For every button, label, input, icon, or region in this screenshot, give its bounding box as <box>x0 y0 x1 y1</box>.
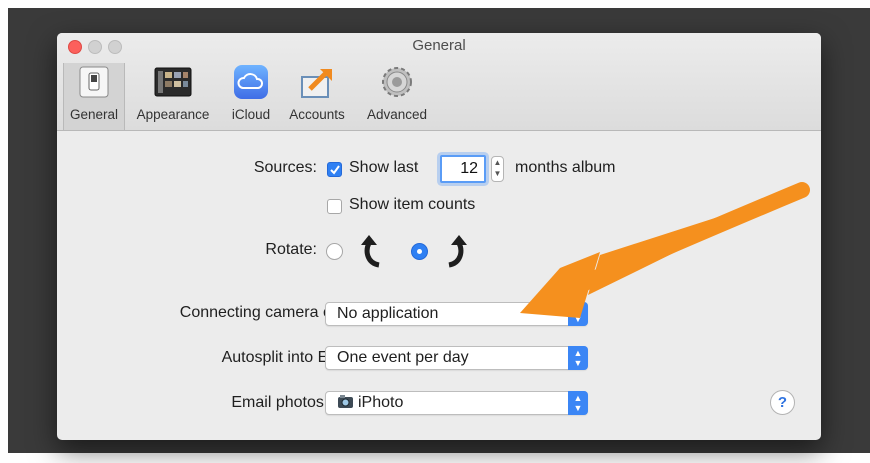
tab-label: Advanced <box>366 107 428 122</box>
tab-label: Appearance <box>136 107 210 122</box>
show-item-counts-checkbox[interactable] <box>327 199 342 214</box>
rotate-label: Rotate: <box>265 241 317 258</box>
tab-label: Accounts <box>289 107 345 122</box>
chevron-updown-icon: ▲ ▼ <box>568 391 588 415</box>
window-title: General <box>412 37 466 54</box>
tab-advanced[interactable]: Advanced <box>359 63 435 122</box>
months-stepper[interactable]: ▲ ▼ <box>491 156 504 182</box>
preferences-window: General General Appearance iCloud Accoun… <box>57 33 821 440</box>
icloud-icon <box>232 63 270 101</box>
iphoto-icon <box>337 393 354 417</box>
chevron-updown-icon: ▲ ▼ <box>568 302 588 326</box>
tab-accounts[interactable]: Accounts <box>282 63 352 122</box>
show-item-counts-label: Show item counts <box>349 196 476 213</box>
gear-icon <box>378 63 416 101</box>
light-switch-icon <box>75 63 113 101</box>
email-popup-value: iPhoto <box>358 394 404 411</box>
sources-label: Sources: <box>253 159 317 176</box>
autosplit-popup[interactable]: One event per day ▲ ▼ <box>325 346 588 370</box>
camera-popup[interactable]: No application ▲ ▼ <box>325 302 588 326</box>
months-field[interactable]: 12 <box>440 155 486 183</box>
autosplit-popup-value: One event per day <box>337 349 469 366</box>
show-last-label: Show last <box>349 159 419 176</box>
tab-icloud[interactable]: iCloud <box>225 63 277 122</box>
appearance-icon <box>154 63 192 101</box>
general-pane: Sources: Show last 12 ▲ ▼ months album Sh… <box>57 131 821 440</box>
rotate-cw-radio[interactable] <box>411 243 428 260</box>
show-last-checkbox[interactable] <box>327 162 342 177</box>
camera-popup-value: No application <box>337 305 439 322</box>
months-suffix-label: months album <box>515 159 616 176</box>
titlebar: General General Appearance iCloud Accoun… <box>57 33 821 131</box>
accounts-icon <box>298 63 336 101</box>
help-button[interactable]: ? <box>770 390 795 415</box>
rotate-counterclockwise-icon <box>357 231 387 274</box>
tab-label: iCloud <box>231 107 271 122</box>
email-popup[interactable]: iPhoto ▲ ▼ <box>325 391 588 415</box>
tab-label: General <box>69 107 119 122</box>
chevron-updown-icon: ▲ ▼ <box>568 346 588 370</box>
rotate-clockwise-icon <box>441 231 471 274</box>
tab-appearance[interactable]: Appearance <box>127 63 219 122</box>
rotate-ccw-radio[interactable] <box>326 243 343 260</box>
tab-general[interactable]: General <box>63 63 125 130</box>
